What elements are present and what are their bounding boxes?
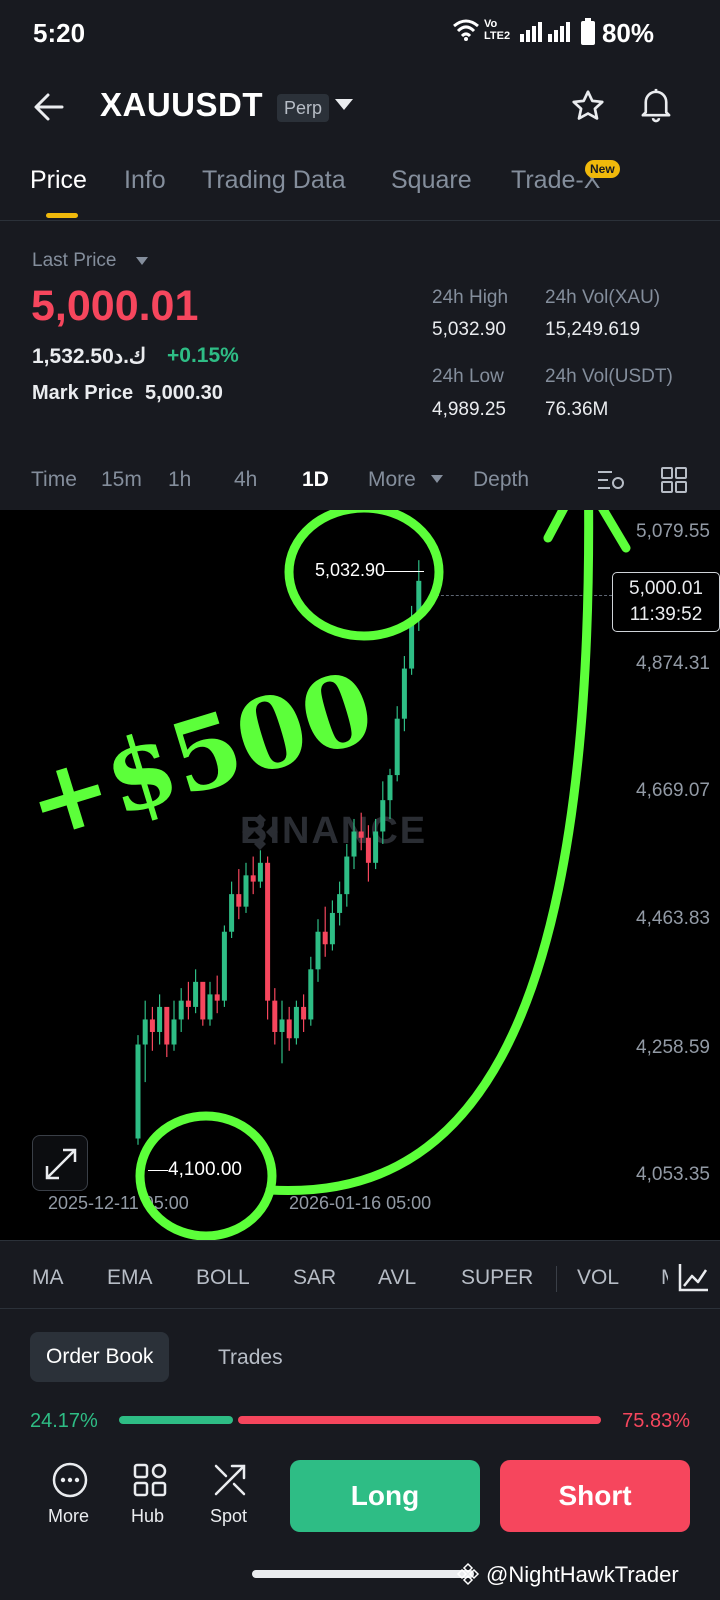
ask-percent: 75.83% <box>622 1410 690 1432</box>
tab-order-book[interactable]: Order Book <box>30 1332 170 1382</box>
divider <box>0 1308 720 1309</box>
hub-label: Hub <box>131 1506 165 1526</box>
ask-ratio-fill <box>237 1416 601 1424</box>
last-price: 5,000.01 <box>31 282 199 330</box>
battery-icon <box>581 18 595 45</box>
status-time: 5:20 <box>33 18 86 48</box>
24h-vol-xau-value: 15,249.619 <box>545 319 641 340</box>
price-change-percent: +0.15% <box>167 344 239 367</box>
24h-low-value: 4,989.25 <box>432 399 506 420</box>
indicator-ema[interactable]: EMA <box>107 1266 153 1290</box>
back-arrow-icon[interactable] <box>32 90 66 124</box>
interval-4h[interactable]: 4h <box>234 468 257 492</box>
contract-type-badge: Perp <box>277 94 330 122</box>
interval-time[interactable]: Time <box>31 468 77 492</box>
short-button[interactable]: Short <box>500 1460 690 1532</box>
bell-alert-icon[interactable] <box>638 86 674 124</box>
indicator-ma[interactable]: MA <box>32 1266 64 1290</box>
mark-price-value: 5,000.30 <box>145 382 223 404</box>
signal-icon <box>520 22 570 42</box>
tab-trading-data[interactable]: Trading Data <box>202 166 346 195</box>
interval-depth[interactable]: Depth <box>473 468 529 492</box>
status-bar: 5:20 Vo LTE2 80% <box>0 0 720 68</box>
more-caret-icon[interactable] <box>430 474 444 484</box>
more-dots-icon <box>52 1462 88 1498</box>
spot-swap-icon <box>214 1464 246 1496</box>
annotation-arrow-curve <box>265 510 594 1196</box>
bid-ratio-fill <box>119 1416 234 1424</box>
interval-more[interactable]: More <box>368 468 416 492</box>
binance-square-logo-icon <box>456 1562 480 1586</box>
grid-layout-icon[interactable] <box>660 466 688 494</box>
tab-price[interactable]: Price <box>30 166 87 195</box>
indicator-settings-button[interactable] <box>668 1258 720 1298</box>
divider <box>0 220 720 221</box>
bid-ask-ratio-bar <box>119 1416 601 1424</box>
bid-percent: 24.17% <box>30 1410 98 1432</box>
wifi-icon <box>453 19 479 41</box>
active-tab-indicator <box>46 213 78 218</box>
spot-button[interactable] <box>212 1462 248 1503</box>
indicator-super[interactable]: SUPER <box>461 1266 533 1290</box>
24h-vol-usdt-value: 76.36M <box>545 399 609 420</box>
indicator-sar[interactable]: SAR <box>293 1266 336 1290</box>
gesture-nav-bar[interactable] <box>252 1570 474 1578</box>
divider <box>556 1266 557 1292</box>
indicator-vol[interactable]: VOL <box>577 1266 619 1290</box>
tab-info[interactable]: Info <box>124 166 166 195</box>
hub-icon <box>133 1463 167 1497</box>
symbol-dropdown-icon[interactable] <box>334 98 354 112</box>
mark-price-label: Mark Price <box>32 382 134 404</box>
high-annotation-circle <box>284 510 444 641</box>
interval-15m[interactable]: 15m <box>101 468 142 492</box>
interval-1h[interactable]: 1h <box>168 468 191 492</box>
indicator-avl[interactable]: AVL <box>378 1266 416 1290</box>
long-button[interactable]: Long <box>290 1460 480 1532</box>
24h-low-label: 24h Low <box>432 366 504 387</box>
candlestick-chart[interactable]: BINANCE 5,079.55 4,874.31 4,669.07 4,463… <box>0 510 720 1240</box>
24h-vol-xau-label: 24h Vol(XAU) <box>545 287 661 308</box>
new-badge: New <box>585 160 620 178</box>
tab-square[interactable]: Square <box>391 166 472 195</box>
profit-annotation: +$500 <box>13 649 386 863</box>
creator-watermark: @NightHawkTrader <box>486 1562 679 1587</box>
star-favorite-icon[interactable] <box>570 88 606 124</box>
annotation-overlay: +$500 <box>13 510 631 1240</box>
divider <box>0 1240 720 1241</box>
24h-high-label: 24h High <box>432 287 509 308</box>
interval-1d[interactable]: 1D <box>302 468 329 492</box>
last-price-label[interactable]: Last Price <box>32 250 116 272</box>
chart-settings-icon[interactable] <box>596 466 626 494</box>
symbol-title[interactable]: XAUUSDT <box>100 86 263 124</box>
local-currency-price: 1,532.50ك.د <box>32 345 147 368</box>
tab-trades[interactable]: Trades <box>218 1346 283 1370</box>
volte-icon: Vo LTE2 <box>484 18 511 42</box>
24h-vol-usdt-label: 24h Vol(USDT) <box>545 366 673 387</box>
more-label: More <box>48 1506 90 1526</box>
low-annotation-circle <box>135 1111 277 1240</box>
battery-level: 80% <box>601 18 654 48</box>
indicator-chart-icon <box>678 1264 708 1292</box>
indicator-boll[interactable]: BOLL <box>196 1266 250 1290</box>
hub-button[interactable] <box>132 1462 168 1503</box>
caret-down-icon[interactable] <box>135 256 149 266</box>
spot-label: Spot <box>210 1506 248 1526</box>
24h-high-value: 5,032.90 <box>432 319 506 340</box>
